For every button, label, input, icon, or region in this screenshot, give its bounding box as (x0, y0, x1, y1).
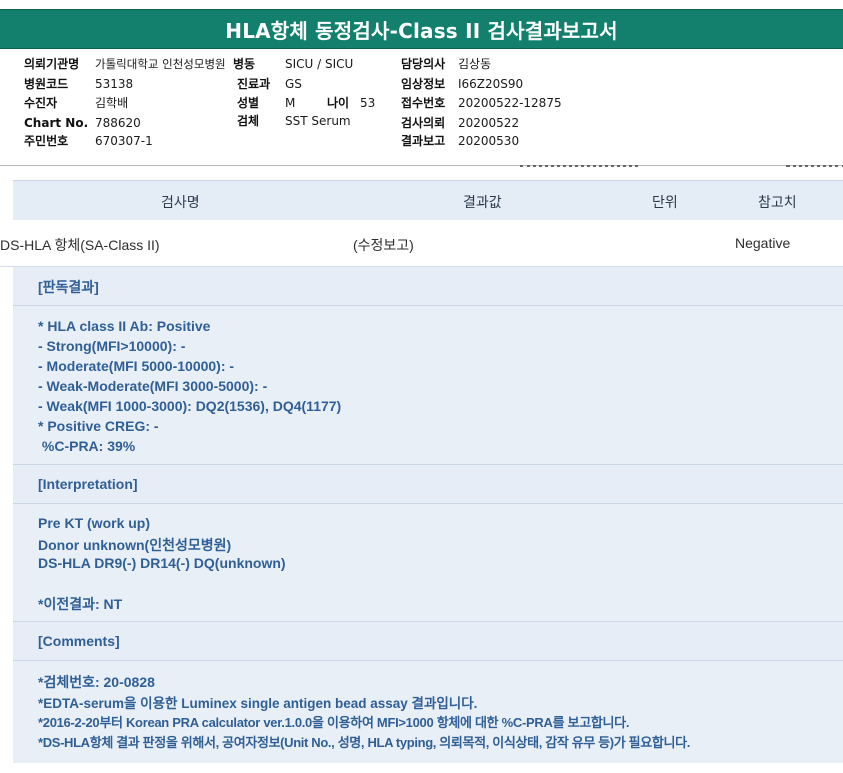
judgment-line: - Weak-Moderate(MFI 3000-5000): - (38, 378, 268, 394)
value-patient: 김학배 (95, 96, 129, 110)
table-row: DS-HLA 항체(SA-Class II) (수정보고) Negative (0, 220, 843, 267)
patient-info-header: 의뢰기관명 가톨릭대학교 인천성모병원 병원코드 53138 수진자 김학배 C… (0, 47, 843, 166)
value-department: GS (285, 77, 302, 91)
interpretation-heading: [Interpretation] (38, 476, 138, 492)
report-title: HLA항체 동정검사-Class II 검사결과보고서 (225, 18, 618, 43)
comment-line: *DS-HLA항체 결과 판정을 위해서, 공여자정보(Unit No., 성명… (38, 735, 690, 750)
value-specimen: SST Serum (285, 114, 351, 128)
comments-heading: [Comments] (38, 633, 120, 649)
col-header-test-name: 검사명 (161, 194, 200, 210)
interpretation-line: Pre KT (work up) (38, 515, 151, 531)
interpretation-line: DS-HLA DR9(-) DR14(-) DQ(unknown) (38, 555, 286, 571)
label-ward: 병동 (233, 57, 256, 71)
comment-line: *검체번호: 20-0828 (38, 674, 155, 690)
col-header-unit: 단위 (652, 194, 678, 210)
label-chart-no: Chart No. (24, 116, 89, 130)
cropped-text-fragment (786, 165, 843, 171)
value-ward: SICU / SICU (285, 57, 354, 71)
interpretation-section-body: Pre KT (work up) Donor unknown(인천성모병원) D… (13, 504, 843, 622)
cropped-text-fragment (520, 165, 638, 171)
judgment-section-header: [판독결과] (13, 267, 843, 306)
value-report-date: 20200530 (458, 134, 520, 148)
label-institution: 의뢰기관명 (24, 57, 80, 71)
label-hospital-code: 병원코드 (24, 77, 69, 91)
comment-line: *EDTA-serum을 이용한 Luminex single antigen … (38, 696, 478, 711)
comments-section-header: [Comments] (13, 622, 843, 661)
cell-reference: Negative (735, 235, 791, 251)
judgment-line: - Moderate(MFI 5000-10000): - (38, 358, 235, 374)
interpretation-section-header: [Interpretation] (13, 465, 843, 504)
report-page: HLA항체 동정검사-Class II 검사결과보고서 의뢰기관명 가톨릭대학교… (0, 0, 843, 773)
judgment-section-body: * HLA class II Ab: Positive - Strong(MFI… (13, 306, 843, 465)
col-header-result: 결과값 (463, 194, 502, 210)
judgment-line: * HLA class II Ab: Positive (38, 318, 211, 334)
value-clinical-info: I66Z20S90 (458, 77, 524, 91)
label-specimen: 검체 (237, 114, 260, 128)
value-receipt-no: 20200522-12875 (458, 96, 562, 110)
value-hospital-code: 53138 (95, 77, 134, 91)
label-physician: 담당의사 (401, 57, 446, 71)
comments-section-body: *검체번호: 20-0828 *EDTA-serum을 이용한 Luminex … (13, 661, 843, 763)
cropped-timestamp-row (520, 165, 843, 171)
label-report-date: 결과보고 (401, 134, 446, 148)
interpretation-line: *이전결과: NT (38, 596, 123, 612)
result-table-header: 검사명 결과값 단위 참고치 (13, 180, 843, 221)
value-chart-no: 788620 (95, 116, 141, 130)
label-clinical-info: 임상정보 (401, 77, 446, 91)
label-sex: 성별 (237, 96, 260, 110)
label-request-date: 검사의뢰 (401, 116, 446, 130)
value-request-date: 20200522 (458, 116, 520, 130)
label-age: 나이 (327, 96, 350, 110)
judgment-line: * Positive CREG: - (38, 418, 159, 434)
judgment-heading: [판독결과] (38, 279, 99, 295)
value-physician: 김상동 (458, 57, 492, 71)
label-resident-no: 주민번호 (24, 134, 69, 148)
cell-test-name: DS-HLA 항체(SA-Class II) (0, 237, 160, 253)
value-institution: 가톨릭대학교 인천성모병원 (95, 57, 226, 71)
judgment-line: %C-PRA: 39% (38, 438, 136, 454)
col-header-reference: 참고치 (758, 194, 797, 210)
label-receipt-no: 접수번호 (401, 96, 446, 110)
value-resident-no: 670307-1 (95, 134, 153, 148)
label-department: 진료과 (237, 77, 271, 91)
label-patient: 수진자 (24, 96, 58, 110)
comment-line: *2016-2-20부터 Korean PRA calculator ver.1… (38, 715, 630, 730)
value-sex: M (285, 96, 296, 110)
report-title-bar: HLA항체 동정검사-Class II 검사결과보고서 (0, 9, 843, 49)
interpretation-line: Donor unknown(인천성모병원) (38, 537, 232, 553)
page-bottom-margin (0, 763, 843, 773)
value-age: 53 (360, 96, 376, 110)
judgment-line: - Strong(MFI>10000): - (38, 338, 186, 354)
cell-result: (수정보고) (353, 237, 414, 253)
judgment-line: - Weak(MFI 1000-3000): DQ2(1536), DQ4(11… (38, 398, 342, 414)
